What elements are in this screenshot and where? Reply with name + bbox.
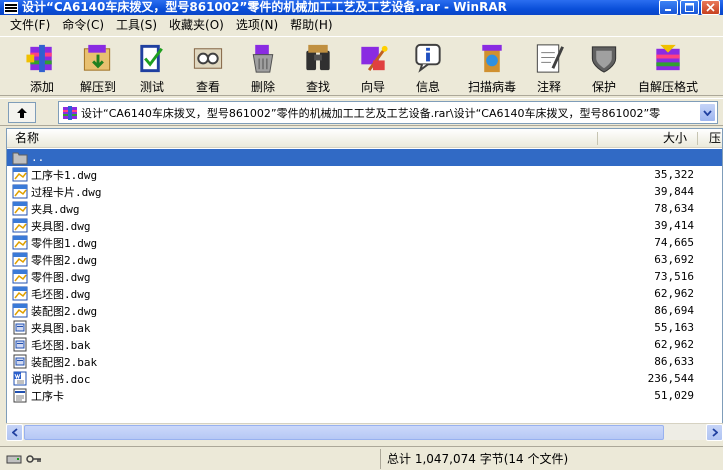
column-packed-header[interactable]: 压 <box>709 129 721 148</box>
window-title: 设计“CA6140车床拨叉，型号861002”零件的机械加工工艺及工艺设备.ra… <box>22 0 507 14</box>
dwg-file-icon <box>12 269 28 284</box>
file-row[interactable]: 工序卡 51,029 <box>7 387 722 404</box>
scroll-left-button[interactable] <box>6 424 23 441</box>
key-icon[interactable] <box>26 453 42 465</box>
menu-bar: 文件(F) 命令(C) 工具(S) 收藏夹(O) 选项(N) 帮助(H) <box>0 15 723 36</box>
chevron-left-icon <box>11 428 18 437</box>
virus-scan-button[interactable]: 扫描病毒 <box>462 41 522 95</box>
wizard-button[interactable]: 向导 <box>343 41 403 95</box>
column-separator[interactable] <box>697 132 698 145</box>
file-row[interactable]: 装配图2.dwg 86,694 <box>7 302 722 319</box>
status-left-pane <box>0 449 380 469</box>
up-folder-button[interactable] <box>8 102 36 123</box>
bak-file-icon <box>13 337 27 352</box>
close-button[interactable] <box>701 0 720 15</box>
sfx-icon <box>656 44 680 71</box>
file-row[interactable]: 零件图1.dwg 74,665 <box>7 234 722 251</box>
minimize-button[interactable] <box>659 0 678 15</box>
file-row[interactable]: 说明书.doc 236,544 <box>7 370 722 387</box>
menu-options[interactable]: 选项(N) <box>230 15 284 36</box>
add-icon <box>26 44 52 73</box>
menu-help[interactable]: 帮助(H) <box>284 15 338 36</box>
maximize-icon <box>685 3 694 12</box>
protect-button[interactable]: 保护 <box>574 41 634 95</box>
file-row-parent[interactable]: .. <box>7 149 722 166</box>
scroll-thumb[interactable] <box>24 425 664 440</box>
file-row[interactable]: 零件图.dwg 73,516 <box>7 268 722 285</box>
comment-button[interactable]: 注释 <box>519 41 579 95</box>
column-header: 名称 大小 压 <box>7 129 722 148</box>
view-icon <box>193 48 223 69</box>
file-rows: .. 工序卡1.dwg 35,322 过程卡片.dwg 39,844 夹具.dw… <box>7 149 722 404</box>
status-summary: 总计 1,047,074 字节(14 个文件) <box>380 448 723 469</box>
find-button[interactable]: 查找 <box>288 41 348 95</box>
add-button[interactable]: 添加 <box>12 41 72 95</box>
dwg-file-icon <box>12 184 28 199</box>
horizontal-scrollbar[interactable] <box>6 423 723 441</box>
file-row[interactable]: 夹具.dwg 78,634 <box>7 200 722 217</box>
extract-icon <box>83 44 111 71</box>
dwg-file-icon <box>12 252 28 267</box>
title-bar: 设计“CA6140车床拨叉，型号861002”零件的机械加工工艺及工艺设备.ra… <box>0 0 723 15</box>
address-bar: 设计“CA6140车床拨叉，型号861002”零件的机械加工工艺及工艺设备.ra… <box>0 98 723 126</box>
file-row[interactable]: 夹具图.dwg 39,414 <box>7 217 722 234</box>
info-button[interactable]: 信息 <box>398 41 458 95</box>
file-list: 名称 大小 压 .. 工序卡1.dwg 35,322 过程卡片.dwg 39,8… <box>6 128 723 438</box>
test-icon <box>140 44 163 73</box>
delete-icon <box>252 44 274 73</box>
file-row[interactable]: 毛坯图.dwg 62,962 <box>7 285 722 302</box>
view-button[interactable]: 查看 <box>178 41 238 95</box>
status-bar: 总计 1,047,074 字节(14 个文件) <box>0 446 723 470</box>
bak-file-icon <box>13 320 27 335</box>
column-name-header[interactable]: 名称 <box>15 129 39 148</box>
file-row[interactable]: 工序卡1.dwg 35,322 <box>7 166 722 183</box>
extract-to-button[interactable]: 解压到 <box>68 41 128 95</box>
winrar-app-icon[interactable] <box>4 1 18 14</box>
menu-favorites[interactable]: 收藏夹(O) <box>163 15 230 36</box>
word-doc-icon <box>13 371 27 386</box>
chevron-down-icon <box>703 109 712 116</box>
file-row[interactable]: 毛坯图.bak 62,962 <box>7 336 722 353</box>
dwg-file-icon <box>12 218 28 233</box>
protect-icon <box>591 46 617 73</box>
menu-commands[interactable]: 命令(C) <box>56 15 110 36</box>
path-field[interactable]: 设计“CA6140车床拨叉，型号861002”零件的机械加工工艺及工艺设备.ra… <box>58 101 718 124</box>
file-row[interactable]: 夹具图.bak 55,163 <box>7 319 722 336</box>
menu-tools[interactable]: 工具(S) <box>110 15 163 36</box>
test-button[interactable]: 测试 <box>122 41 182 95</box>
generic-file-icon <box>13 388 27 403</box>
maximize-button[interactable] <box>680 0 699 15</box>
path-text: 设计“CA6140车床拨叉，型号861002”零件的机械加工工艺及工艺设备.ra… <box>81 106 661 120</box>
archive-icon <box>63 105 77 120</box>
dwg-file-icon <box>12 235 28 250</box>
minimize-icon <box>665 9 671 11</box>
dwg-file-icon <box>12 286 28 301</box>
dwg-file-icon <box>12 201 28 216</box>
dwg-file-icon <box>12 167 28 182</box>
dwg-file-icon <box>12 303 28 318</box>
drive-icon[interactable] <box>6 453 22 465</box>
arrow-up-icon <box>17 107 27 118</box>
find-icon <box>306 44 330 71</box>
file-row[interactable]: 零件图2.dwg 63,692 <box>7 251 722 268</box>
wizard-icon <box>361 45 388 72</box>
info-icon <box>415 43 441 73</box>
column-size-header[interactable]: 大小 <box>597 129 687 148</box>
file-row[interactable]: 装配图2.bak 86,633 <box>7 353 722 370</box>
sfx-button[interactable]: 自解压格式 <box>632 41 704 95</box>
chevron-right-icon <box>711 428 718 437</box>
file-row[interactable]: 过程卡片.dwg 39,844 <box>7 183 722 200</box>
close-icon <box>706 3 715 12</box>
menu-file[interactable]: 文件(F) <box>4 15 56 36</box>
path-dropdown-button[interactable] <box>699 103 716 122</box>
scroll-right-button[interactable] <box>706 424 723 441</box>
toolbar: 添加 解压到 测试 查看 删除 查找 向导 信息 扫描病毒 注释 保护 自解压格… <box>0 36 723 96</box>
folder-up-icon <box>12 152 28 165</box>
delete-button[interactable]: 删除 <box>233 41 293 95</box>
comment-icon <box>536 44 564 73</box>
virus-scan-icon <box>482 44 502 73</box>
bak-file-icon <box>13 354 27 369</box>
